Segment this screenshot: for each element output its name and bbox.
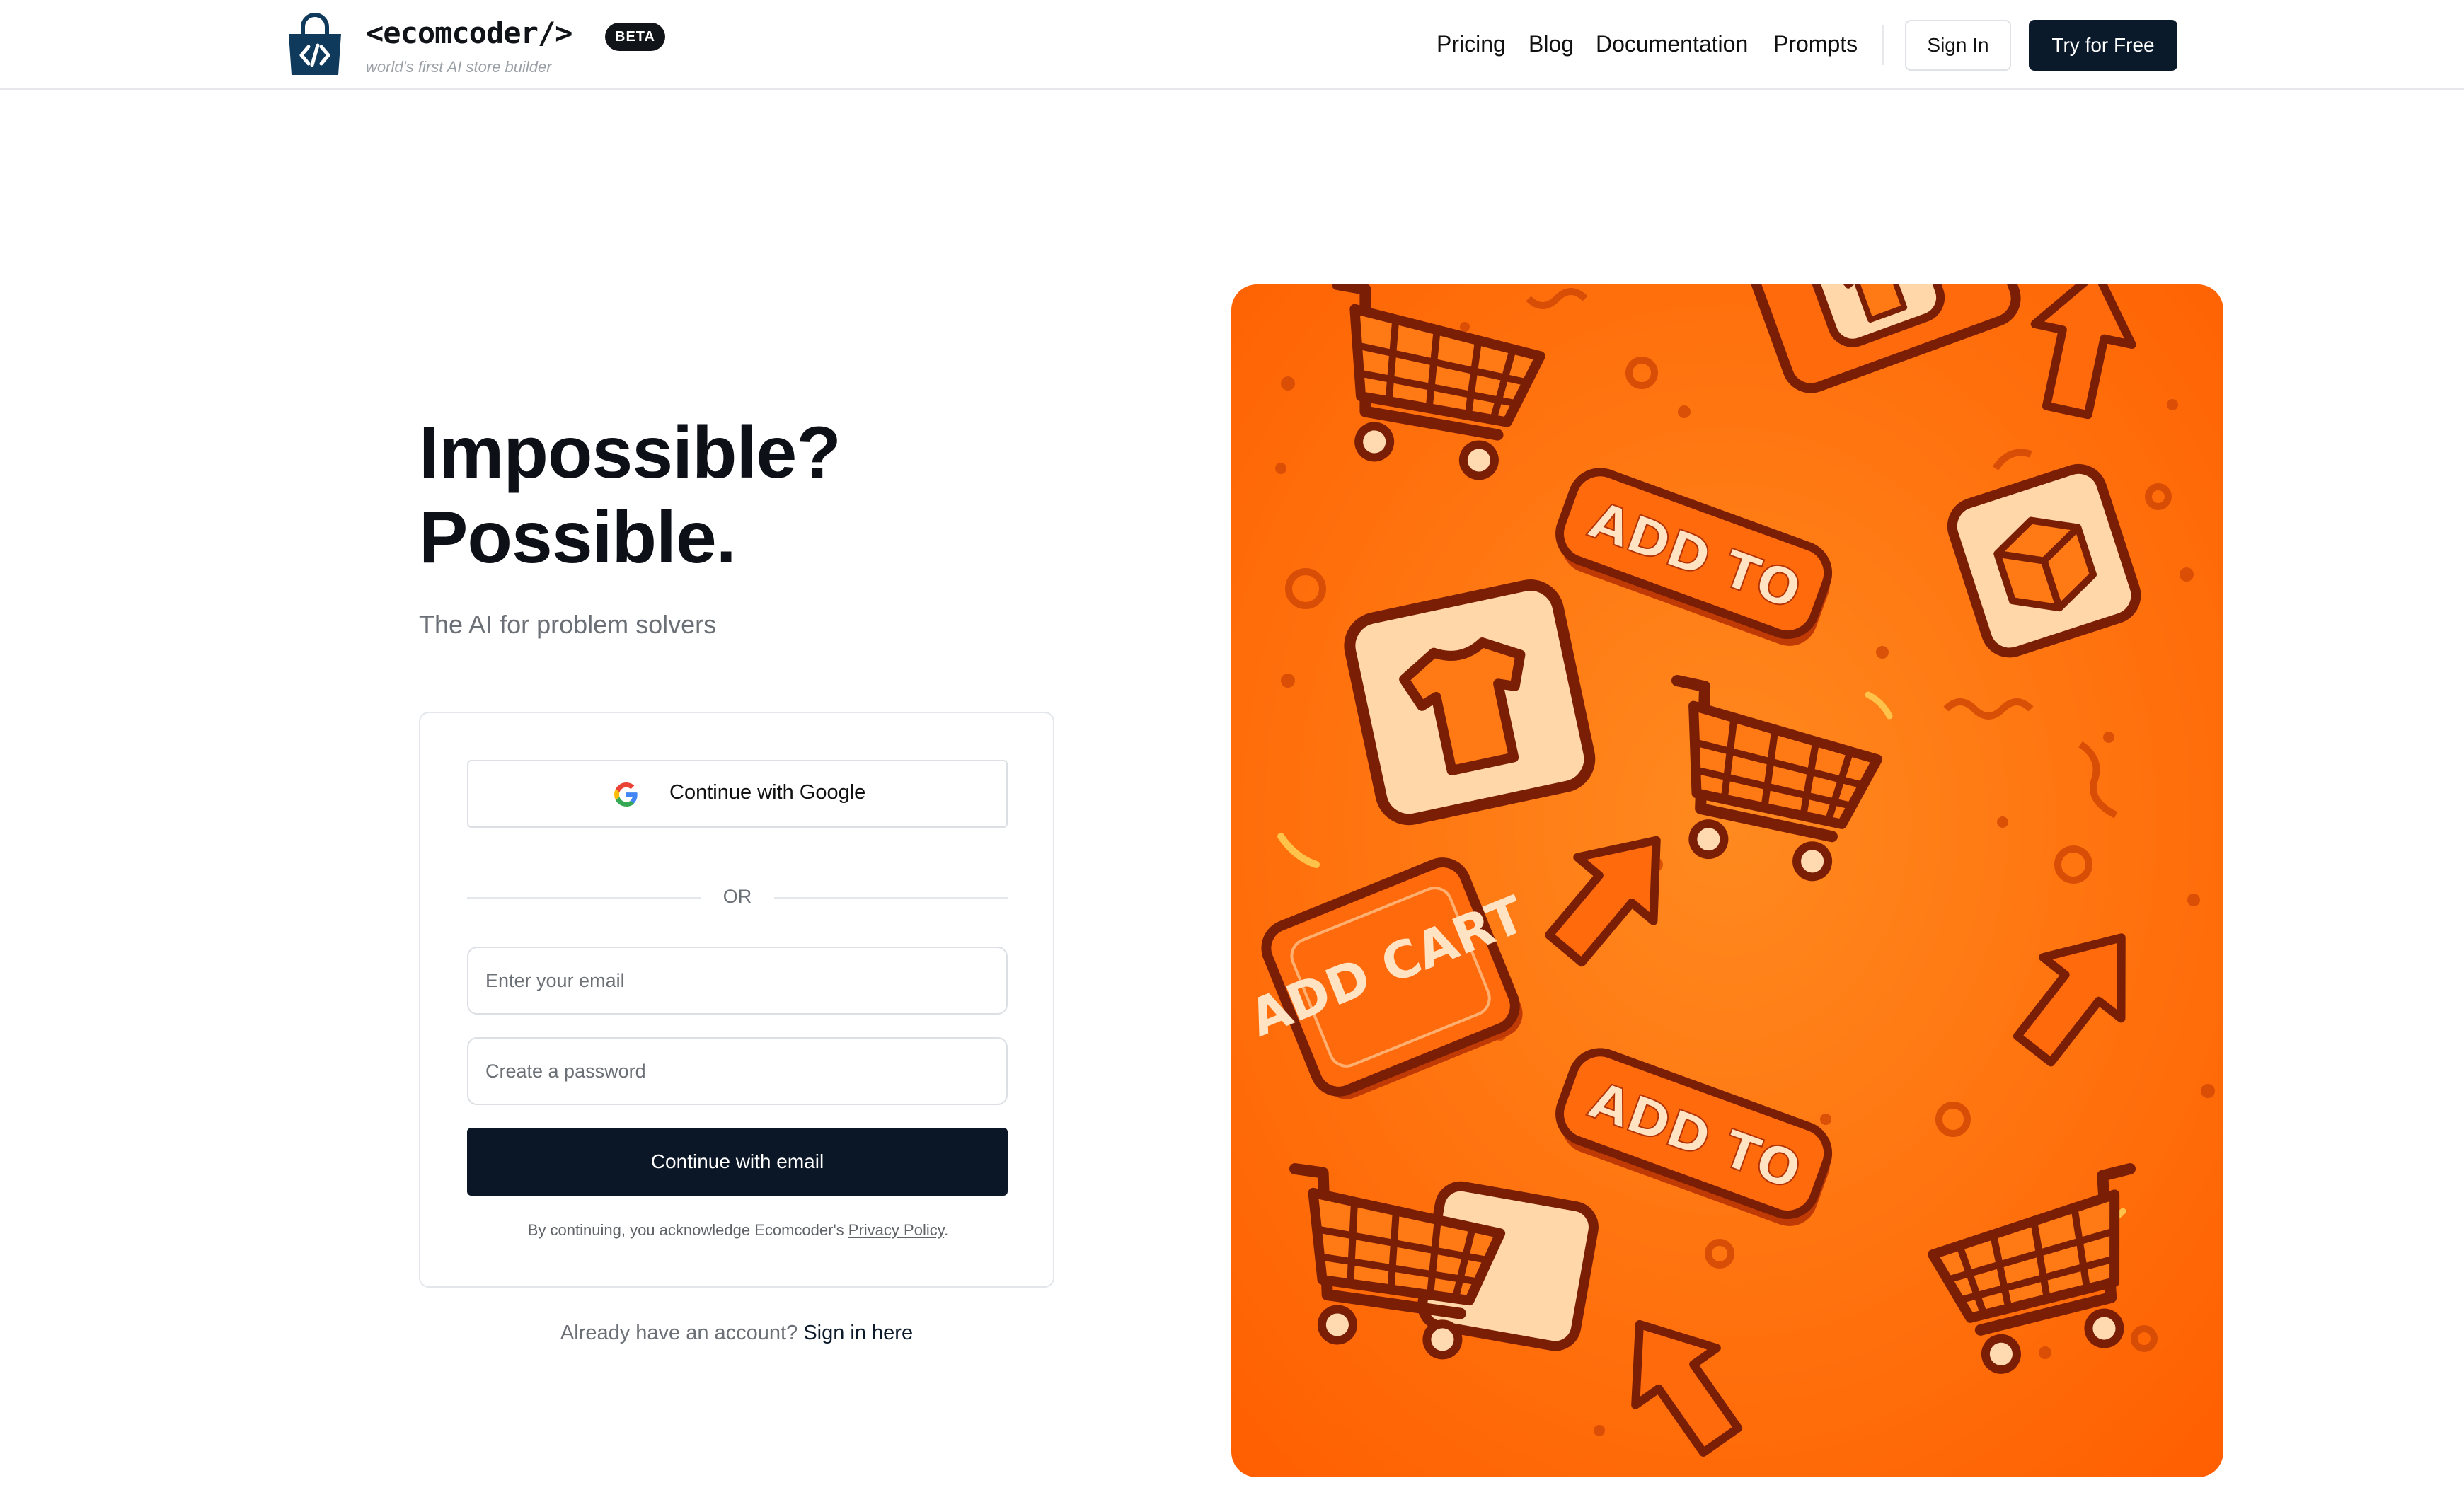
continue-with-google-button[interactable]: Continue with Google: [467, 760, 1008, 828]
headline-line-2: Possible.: [419, 497, 737, 579]
or-divider-label: OR: [722, 886, 752, 907]
nav-link-documentation[interactable]: Documentation: [1596, 31, 1748, 57]
privacy-notice-text: By continuing, you acknowledge Ecomcoder…: [527, 1221, 844, 1239]
shopping-pattern-artwork: ADD TO ADD CART ADD TO: [1231, 284, 2223, 1477]
sign-in-button[interactable]: Sign In: [1905, 20, 2011, 71]
brand-tagline: world's first AI store builder: [366, 58, 552, 76]
nav-link-blog[interactable]: Blog: [1529, 31, 1574, 57]
hero-subheading: The AI for problem solvers: [419, 610, 717, 639]
headline-line-1: Impossible?: [419, 412, 841, 494]
privacy-notice: By continuing, you acknowledge Ecomcoder…: [420, 1221, 1056, 1240]
hero-headline: Impossible? Possible.: [419, 410, 914, 580]
or-divider-right: [774, 897, 1008, 899]
nav-link-pricing[interactable]: Pricing: [1437, 31, 1506, 57]
t-shirt-tile-icon: [1344, 579, 1596, 826]
password-input[interactable]: [467, 1037, 1008, 1105]
signup-card: Continue with Google OR Continue with em…: [419, 712, 1054, 1288]
brand-name[interactable]: <ecomcoder/>: [366, 16, 572, 50]
try-for-free-button[interactable]: Try for Free: [2029, 20, 2177, 71]
nav-link-prompts[interactable]: Prompts: [1773, 31, 1858, 57]
beta-badge: BETA: [605, 23, 665, 51]
nav-divider: [1882, 25, 1884, 65]
continue-with-email-button[interactable]: Continue with email: [467, 1128, 1008, 1196]
top-navbar: <ecomcoder/> BETA world's first AI store…: [0, 0, 2464, 90]
privacy-policy-link[interactable]: Privacy Policy: [848, 1221, 944, 1239]
email-input[interactable]: [467, 947, 1008, 1015]
google-icon: [614, 782, 638, 807]
existing-account-prompt: Already have an account? Sign in here: [419, 1322, 1054, 1345]
privacy-notice-suffix: .: [944, 1221, 949, 1239]
hero-illustration: ADD TO ADD CART ADD TO: [1231, 284, 2223, 1477]
sign-in-here-link[interactable]: Sign in here: [803, 1322, 913, 1344]
shopping-bag-logo-icon[interactable]: [284, 13, 345, 78]
existing-account-text: Already have an account?: [560, 1322, 798, 1344]
google-button-label: Continue with Google: [669, 781, 866, 804]
or-divider-left: [467, 897, 701, 899]
